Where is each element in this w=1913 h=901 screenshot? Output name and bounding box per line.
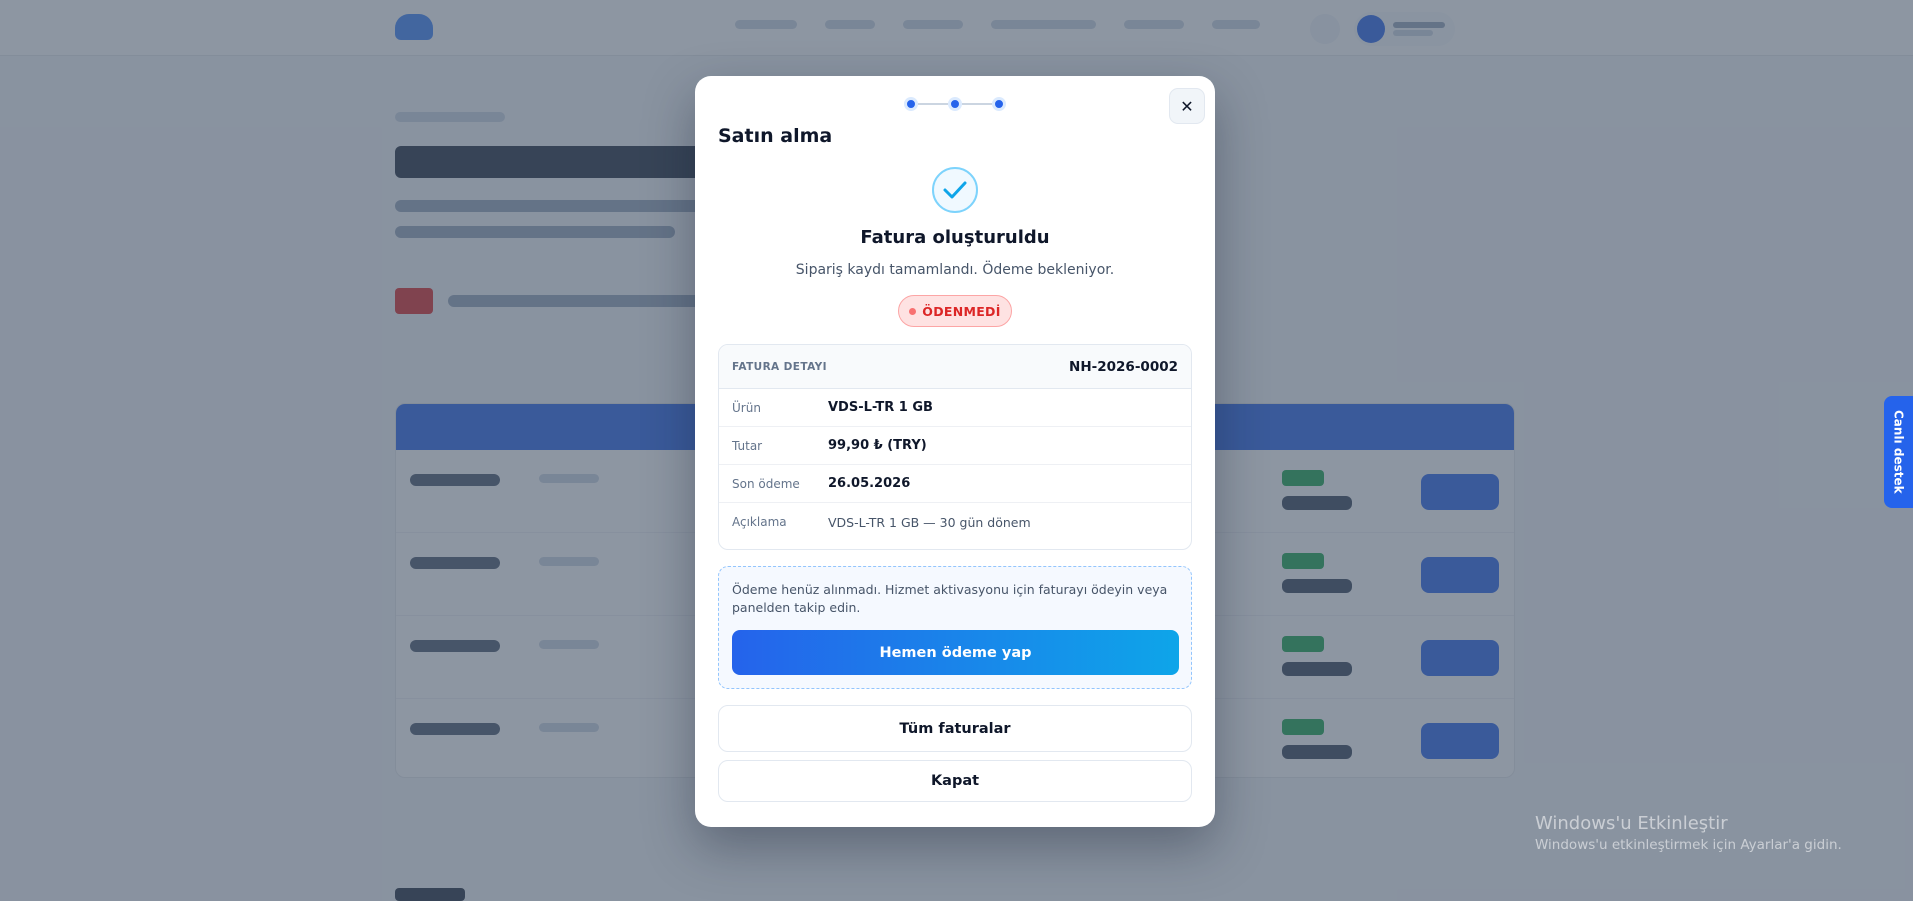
invoice-row-label: Ürün (732, 400, 761, 415)
live-support-label: Canlı destek (1891, 410, 1906, 494)
invoice-row-due-date: Son ödeme 26.05.2026 (719, 465, 1191, 503)
purchase-modal: ✕ Satın alma Fatura oluşturuldu Sipariş … (695, 76, 1215, 827)
success-subtitle: Sipariş kaydı tamamlandı. Ödeme bekleniy… (795, 262, 1115, 278)
status-dot-icon (909, 307, 917, 315)
payment-note: Ödeme henüz alınmadı. Hizmet aktivasyonu… (732, 582, 1168, 615)
invoice-header-label: FATURA DETAYI (732, 360, 827, 373)
invoice-row-label: Son ödeme (732, 476, 800, 491)
step-connector (962, 103, 992, 105)
invoice-row-value: VDS-L-TR 1 GB (828, 400, 933, 415)
invoice-row-label: Açıklama (732, 515, 787, 529)
payment-box: Ödeme henüz alınmadı. Hizmet aktivasyonu… (718, 566, 1192, 689)
invoice-header: FATURA DETAYI NH-2026-0002 (719, 345, 1191, 389)
all-invoices-button[interactable]: Tüm faturalar (718, 705, 1192, 752)
pay-now-button[interactable]: Hemen ödeme yap (732, 630, 1179, 675)
close-icon: ✕ (1180, 96, 1194, 116)
check-icon (932, 167, 978, 213)
invoice-row-value: 99,90 ₺ (TRY) (828, 438, 927, 453)
step-indicator (904, 97, 1006, 111)
close-button[interactable]: Kapat (718, 760, 1192, 802)
step-dot-1 (904, 97, 918, 111)
close-modal-button[interactable]: ✕ (1169, 88, 1205, 124)
invoice-detail-card: FATURA DETAYI NH-2026-0002 Ürün VDS-L-TR… (718, 344, 1192, 550)
success-heading: Fatura oluşturuldu (860, 227, 1050, 248)
windows-activation-title: Windows'u Etkinleştir (1535, 813, 1728, 834)
step-connector (918, 103, 948, 105)
invoice-row-label: Tutar (732, 438, 763, 453)
step-dot-2 (948, 97, 962, 111)
status-badge: ÖDENMEDİ (898, 295, 1012, 327)
invoice-row-description: Açıklama VDS-L-TR 1 GB — 30 gün dönem (719, 503, 1191, 541)
invoice-number: NH-2026-0002 (1069, 358, 1178, 375)
modal-title: Satın alma (718, 125, 833, 147)
invoice-row-value: 26.05.2026 (828, 476, 911, 491)
invoice-row-amount: Tutar 99,90 ₺ (TRY) (719, 427, 1191, 465)
invoice-row-product: Ürün VDS-L-TR 1 GB (719, 389, 1191, 427)
live-support-tab[interactable]: Canlı destek (1884, 396, 1913, 508)
windows-activation-watermark: Windows'u Etkinleştir Windows'u etkinleş… (1535, 813, 1842, 853)
step-dot-3 (992, 97, 1006, 111)
invoice-row-value: VDS-L-TR 1 GB — 30 gün dönem (828, 514, 1031, 530)
status-badge-label: ÖDENMEDİ (922, 303, 1001, 319)
windows-activation-subtitle: Windows'u etkinleştirmek için Ayarlar'a … (1535, 837, 1842, 853)
